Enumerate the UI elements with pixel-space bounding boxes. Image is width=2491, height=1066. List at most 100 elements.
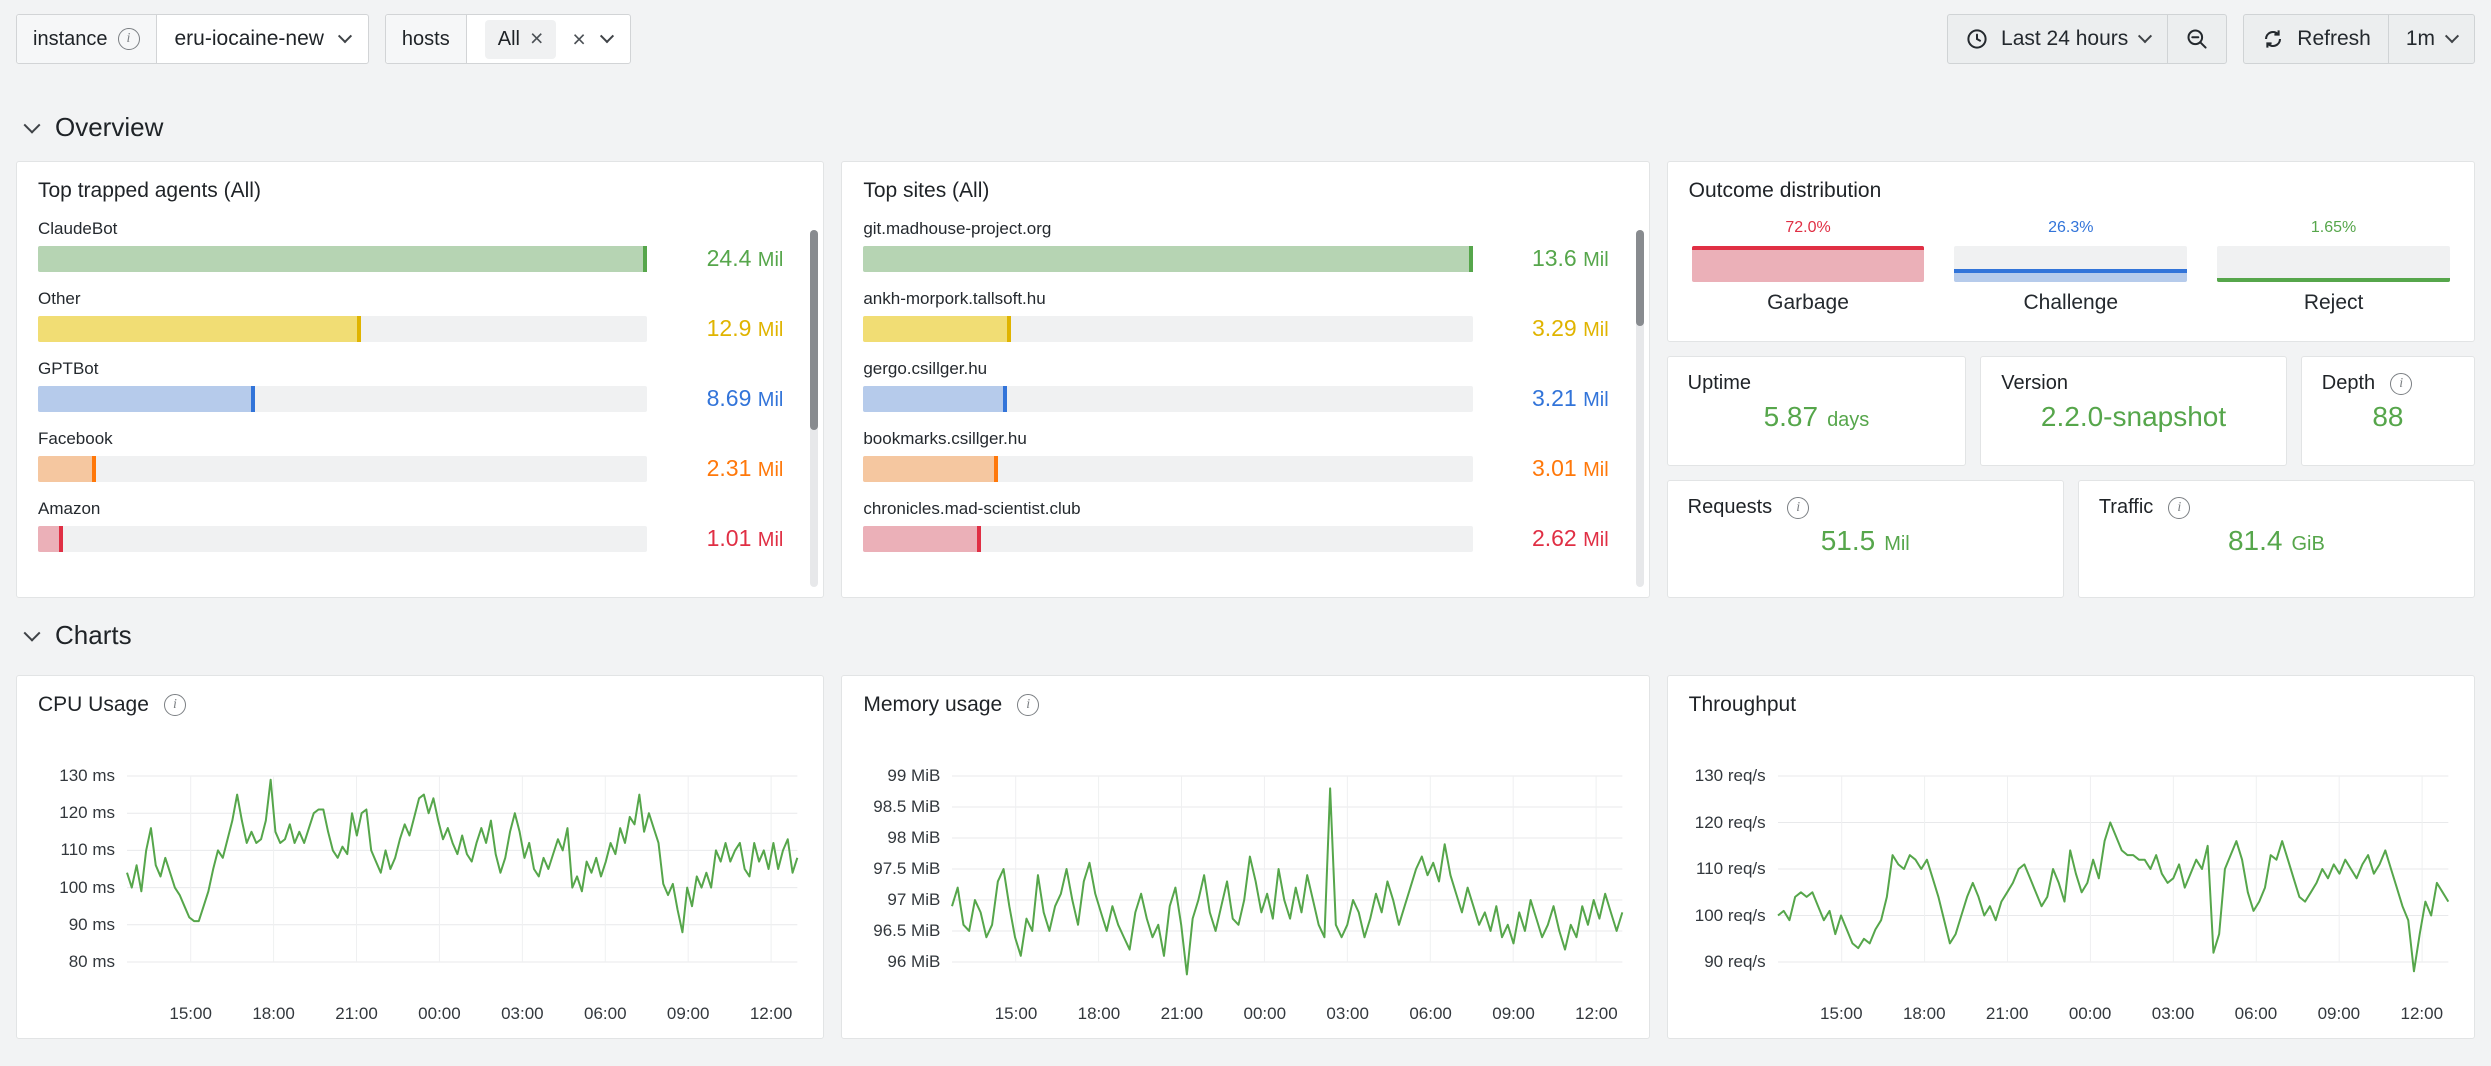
- bar-gauge: [863, 316, 1472, 342]
- panel-memory-usage: Memory usage 99 MiB98.5 MiB98 MiB97.5 Mi…: [841, 675, 1649, 1039]
- panel-title: Throughput: [1668, 676, 2474, 717]
- gauge-value: 12.9 Mil: [663, 315, 783, 342]
- y-axis: 99 MiB98.5 MiB98 MiB97.5 MiB97 MiB96.5 M…: [856, 776, 952, 962]
- instance-value: eru-iocaine-new: [175, 27, 324, 51]
- overview-row: Top trapped agents (All) ClaudeBot24.4 M…: [16, 161, 2475, 598]
- plot-area: [1778, 776, 2448, 962]
- scrollbar-thumb[interactable]: [810, 230, 818, 430]
- gauge-value: 2.62 Mil: [1489, 525, 1609, 552]
- stat-title: Uptime: [1688, 372, 1946, 395]
- instance-variable: instance eru-iocaine-new: [16, 14, 369, 64]
- hosts-label: hosts: [386, 15, 467, 63]
- vertical-bar-gauge: [2217, 246, 2450, 282]
- stat-uptime: Uptime 5.87days: [1667, 356, 1967, 466]
- stat-requests: Requests 51.5Mil: [1667, 480, 2064, 598]
- bar-gauge: [38, 456, 647, 482]
- x-tick-label: 21:00: [1161, 1004, 1204, 1024]
- line-chart: [127, 776, 797, 962]
- panel-title: Memory usage: [842, 676, 1648, 717]
- y-tick-label: 120 ms: [59, 803, 115, 823]
- line-chart: [1778, 776, 2448, 962]
- stat-title: Traffic: [2099, 496, 2454, 519]
- agents-gauge-list: ClaudeBot24.4 MilOther12.9 MilGPTBot8.69…: [17, 203, 823, 552]
- instance-label: instance: [17, 15, 157, 63]
- stat-value: 5.87days: [1688, 401, 1946, 455]
- gauge-value: 1.01 Mil: [663, 525, 783, 552]
- zoom-out-button[interactable]: [2167, 15, 2226, 63]
- panel-outcome-distribution: Outcome distribution 72.0%Garbage 26.3%Ch…: [1667, 161, 2475, 342]
- y-tick-label: 90 ms: [69, 915, 115, 935]
- throughput-chart: 130 req/s120 req/s110 req/s100 req/s90 r…: [1682, 776, 2448, 962]
- x-tick-label: 15:00: [995, 1004, 1038, 1024]
- bar-gauge: [863, 456, 1472, 482]
- panel-cpu-usage: CPU Usage 130 ms120 ms110 ms100 ms90 ms8…: [16, 675, 824, 1039]
- gauge-value: 3.21 Mil: [1489, 385, 1609, 412]
- dashboard: instance eru-iocaine-new hosts All: [0, 0, 2491, 1039]
- gauge-label: GPTBot: [38, 359, 783, 379]
- stat-value: 81.4GiB: [2099, 525, 2454, 587]
- gauge-label: Amazon: [38, 499, 783, 519]
- bar-gauge: [863, 526, 1472, 552]
- x-tick-label: 12:00: [750, 1004, 793, 1024]
- hosts-select[interactable]: All: [467, 15, 630, 63]
- refresh-interval-select[interactable]: 1m: [2388, 15, 2474, 63]
- instance-select[interactable]: eru-iocaine-new: [157, 15, 368, 63]
- panel-title: Outcome distribution: [1668, 162, 2474, 203]
- gauge-label: Facebook: [38, 429, 783, 449]
- x-tick-label: 06:00: [2235, 1004, 2278, 1024]
- vertical-bar-gauge: [1692, 246, 1925, 282]
- refresh-button[interactable]: Refresh: [2244, 15, 2388, 63]
- hosts-clear-icon[interactable]: [572, 28, 585, 51]
- sites-gauge-list: git.madhouse-project.org13.6 Milankh-mor…: [842, 203, 1648, 552]
- x-tick-label: 03:00: [2152, 1004, 2195, 1024]
- outcome-gauge: 72.0%Garbage: [1692, 219, 1925, 315]
- section-charts[interactable]: Charts: [26, 620, 2491, 651]
- scrollbar-track[interactable]: [810, 230, 818, 587]
- remove-chip-icon[interactable]: [530, 27, 543, 52]
- gauge-row: Other12.9 Mil: [38, 289, 783, 342]
- x-tick-label: 15:00: [1820, 1004, 1863, 1024]
- x-tick-label: 00:00: [418, 1004, 461, 1024]
- panel-title: Top trapped agents (All): [17, 162, 823, 203]
- x-tick-label: 06:00: [584, 1004, 627, 1024]
- outcome-value: 1.65%: [2311, 219, 2356, 237]
- stat-value: 2.2.0-snapshot: [2001, 401, 2266, 455]
- refresh-interval-value: 1m: [2406, 27, 2435, 51]
- info-icon: [1787, 497, 1809, 519]
- gauge-value: 8.69 Mil: [663, 385, 783, 412]
- memory-chart: 99 MiB98.5 MiB98 MiB97.5 MiB97 MiB96.5 M…: [856, 776, 1622, 962]
- hosts-label-text: hosts: [402, 28, 450, 51]
- hosts-chip-all[interactable]: All: [485, 20, 557, 59]
- y-tick-label: 100 ms: [59, 878, 115, 898]
- info-icon: [1017, 694, 1039, 716]
- panel-throughput: Throughput 130 req/s120 req/s110 req/s10…: [1667, 675, 2475, 1039]
- time-range-picker[interactable]: Last 24 hours: [1948, 15, 2167, 63]
- chevron-down-icon: [24, 116, 41, 133]
- x-tick-label: 18:00: [1903, 1004, 1946, 1024]
- bar-gauge: [863, 246, 1472, 272]
- cpu-chart: 130 ms120 ms110 ms100 ms90 ms80 ms: [31, 776, 797, 962]
- gauge-value: 3.29 Mil: [1489, 315, 1609, 342]
- x-tick-label: 21:00: [1986, 1004, 2029, 1024]
- x-tick-label: 03:00: [501, 1004, 544, 1024]
- plot-area: [952, 776, 1622, 962]
- section-overview[interactable]: Overview: [26, 112, 2491, 143]
- stat-traffic: Traffic 81.4GiB: [2078, 480, 2475, 598]
- scrollbar-thumb[interactable]: [1636, 230, 1644, 326]
- x-tick-label: 12:00: [1575, 1004, 1618, 1024]
- outcome-label: Garbage: [1767, 291, 1849, 315]
- x-tick-label: 00:00: [1243, 1004, 1286, 1024]
- stat-depth: Depth 88: [2301, 356, 2475, 466]
- scrollbar-track[interactable]: [1636, 230, 1644, 587]
- gauge-row: ankh-morpork.tallsoft.hu3.29 Mil: [863, 289, 1608, 342]
- refresh-icon: [2261, 27, 2285, 51]
- x-tick-label: 15:00: [169, 1004, 212, 1024]
- gauge-row: chronicles.mad-scientist.club2.62 Mil: [863, 499, 1608, 552]
- stats-row-2: Requests 51.5Mil Traffic 81.4GiB: [1667, 480, 2475, 598]
- chevron-down-icon: [2445, 29, 2459, 43]
- outcome-gauge: 26.3%Challenge: [1954, 219, 2187, 315]
- x-axis: 15:0018:0021:0000:0003:0006:0009:0012:00: [1778, 1004, 2448, 1026]
- outcome-label: Reject: [2304, 291, 2364, 315]
- vertical-bar-gauge: [1954, 246, 2187, 282]
- bar-gauge: [38, 386, 647, 412]
